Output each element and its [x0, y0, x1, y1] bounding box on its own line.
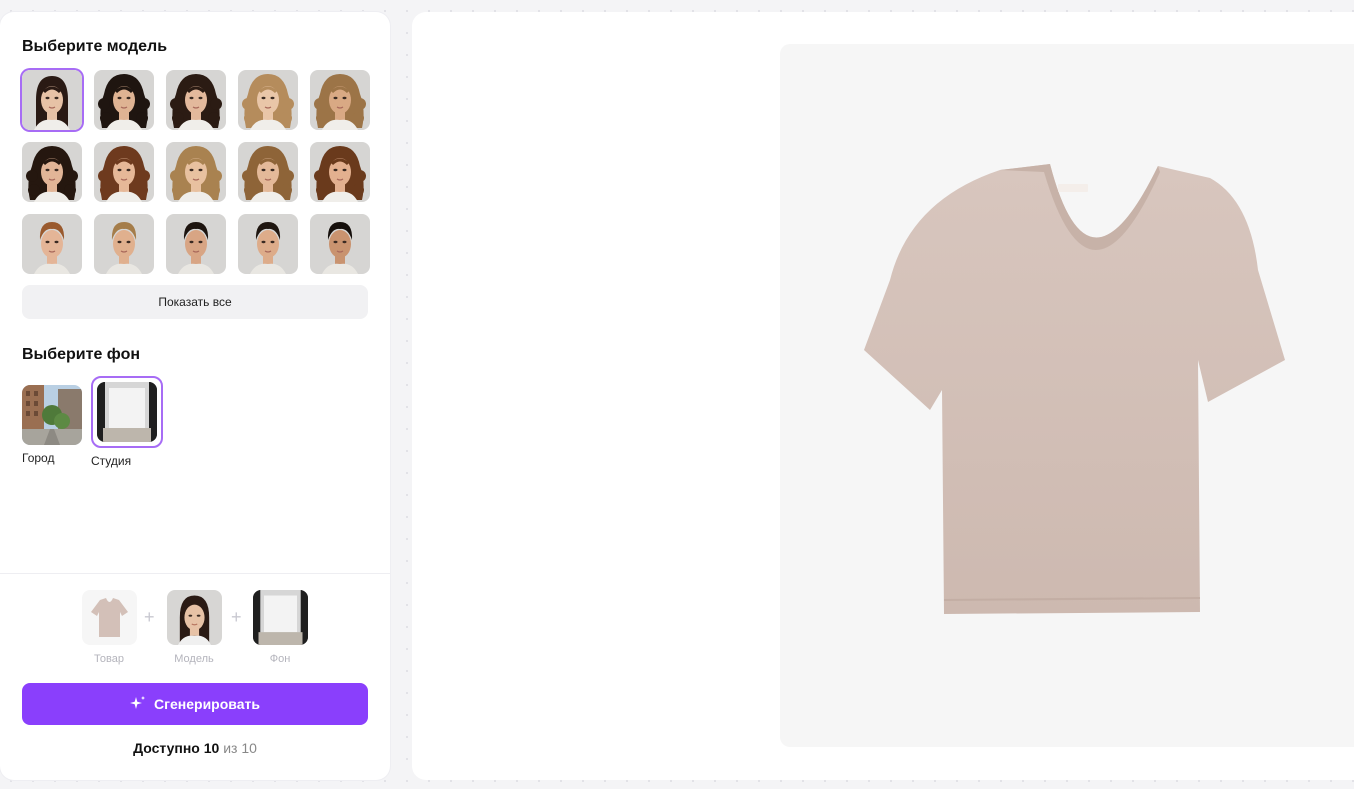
model-portrait	[310, 214, 370, 274]
selection-frame	[91, 376, 163, 448]
studio-thumbnail	[97, 382, 157, 442]
model-portrait	[22, 70, 82, 130]
model-portrait	[166, 142, 226, 202]
model-portrait	[310, 70, 370, 130]
generate-button[interactable]: Сгенерировать	[22, 683, 368, 725]
plus-icon: +	[231, 607, 242, 627]
tshirt-image	[864, 164, 1285, 614]
combo-label-model: Модель	[174, 653, 214, 665]
model-option[interactable]	[166, 214, 226, 274]
background-thumbnail	[252, 590, 308, 645]
model-option[interactable]	[94, 70, 154, 130]
combo-model: Модель	[159, 590, 229, 665]
model-thumbnail	[166, 590, 222, 645]
sparkle-icon	[130, 695, 146, 714]
model-portrait	[238, 214, 298, 274]
background-section-title: Выберите фон	[22, 346, 141, 363]
credits-counter: Доступно 10 из 10	[0, 740, 390, 756]
show-all-button[interactable]: Показать все	[22, 285, 368, 319]
model-portrait	[310, 142, 370, 202]
model-portrait	[238, 70, 298, 130]
model-option[interactable]	[94, 142, 154, 202]
model-option[interactable]	[238, 142, 298, 202]
model-portrait	[22, 214, 82, 274]
model-option[interactable]	[22, 214, 82, 274]
background-option-city[interactable]: Город	[22, 385, 82, 465]
model-option[interactable]	[22, 142, 82, 202]
background-label-city: Город	[22, 451, 55, 465]
combo-label-background: Фон	[269, 653, 291, 665]
model-portrait	[166, 70, 226, 130]
model-portrait	[238, 142, 298, 202]
model-section-title: Выберите модель	[22, 38, 168, 55]
model-option[interactable]	[166, 70, 226, 130]
plus-icon: +	[144, 607, 155, 627]
model-portrait	[94, 214, 154, 274]
model-option[interactable]	[310, 214, 370, 274]
model-portrait	[22, 142, 82, 202]
credits-total: из 10	[223, 740, 257, 756]
model-option[interactable]	[238, 214, 298, 274]
generate-label: Сгенерировать	[154, 696, 260, 712]
model-option[interactable]	[310, 142, 370, 202]
panel-divider	[0, 573, 390, 574]
background-label-studio: Студия	[91, 454, 132, 468]
credits-available: Доступно 10	[133, 740, 220, 756]
model-portrait	[94, 142, 154, 202]
model-portrait	[94, 70, 154, 130]
model-grid	[22, 70, 370, 274]
model-option[interactable]	[94, 214, 154, 274]
model-option[interactable]	[238, 70, 298, 130]
background-option-studio[interactable]: Студия	[91, 376, 163, 468]
model-portrait	[166, 214, 226, 274]
city-thumbnail	[22, 385, 82, 445]
combo-background: Фон	[245, 590, 315, 665]
product-thumbnail	[81, 590, 137, 645]
model-option[interactable]	[310, 70, 370, 130]
combo-label-product: Товар	[94, 653, 124, 665]
model-option[interactable]	[166, 142, 226, 202]
model-option[interactable]	[22, 70, 82, 130]
combo-product: Товар	[74, 590, 144, 665]
